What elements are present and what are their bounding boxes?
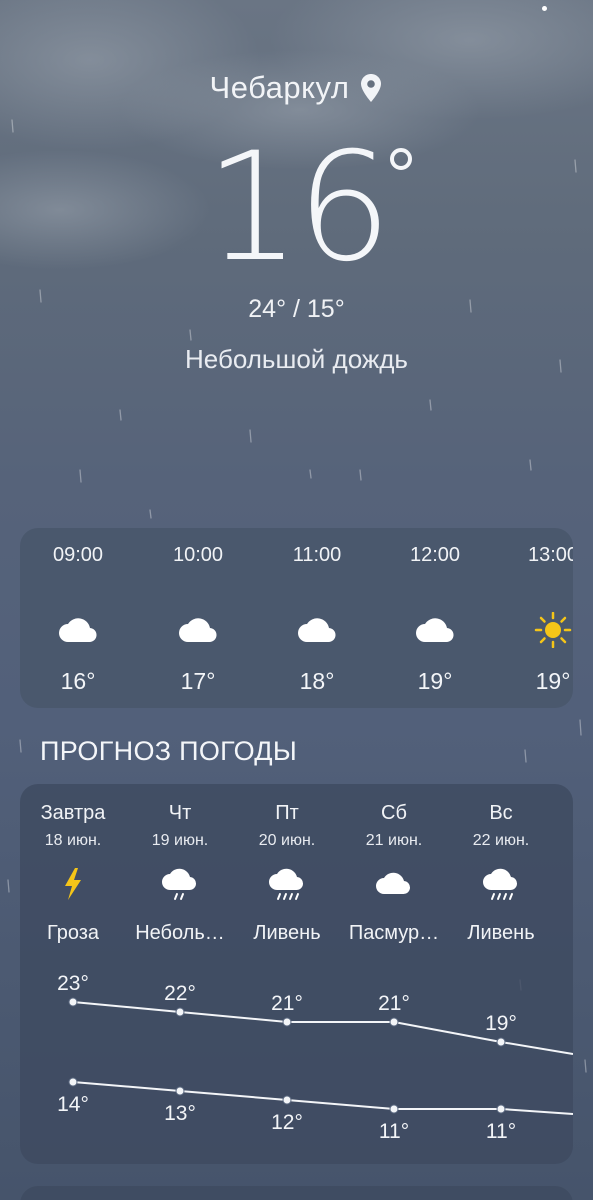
high-temp-label: 22°: [164, 982, 196, 1005]
status-indicator: [542, 6, 547, 11]
hour-temp: 16°: [60, 668, 96, 694]
current-temperature: 16: [0, 128, 593, 288]
high-temp-label: 19°: [485, 1012, 517, 1035]
low-temp-point: [389, 1104, 399, 1114]
low-temp-label: 13°: [164, 1102, 196, 1125]
weather-condition: Небольшой дождь: [185, 344, 408, 374]
hour-time: 11:00: [292, 544, 342, 566]
high-temp-label: 21°: [378, 992, 410, 1015]
hour-time: 12:00: [409, 544, 461, 566]
high-temp-point: [282, 1017, 292, 1027]
low-temp-point: [282, 1095, 292, 1105]
hour-time: 10:00: [172, 544, 224, 566]
hour-temp: 19°: [417, 668, 453, 694]
forecast-title: ПРОГНОЗ ПОГОДЫ: [40, 736, 298, 766]
location-pin-icon: [361, 74, 382, 102]
low-temp-label: 12°: [271, 1111, 303, 1134]
low-temp-label: 11°: [379, 1120, 409, 1143]
city-name: Чебаркул: [209, 70, 350, 105]
high-temp-label: 21°: [271, 992, 303, 1015]
temperature-trend-chart: 23° 22° 21° 21° 19° 14° 13° 12° 11° 11°: [57, 972, 573, 1143]
location-header[interactable]: Чебаркул: [0, 70, 593, 106]
degree-symbol: [390, 148, 412, 170]
sun-icon: [534, 612, 572, 648]
hour-time: 09:00: [52, 544, 104, 566]
high-temp-label: 23°: [57, 972, 89, 995]
cloud-icon: [298, 618, 336, 643]
cloud-icon: [179, 618, 217, 643]
low-temp-point: [175, 1086, 185, 1096]
low-temp-label: 14°: [57, 1093, 89, 1116]
cloud-icon: [416, 618, 454, 643]
temperature-value: 16: [205, 121, 392, 295]
next-card: [20, 1186, 573, 1200]
low-temp-point: [496, 1104, 506, 1114]
hour-temp: 19°: [535, 668, 571, 694]
hour-temp: 17°: [180, 668, 216, 694]
high-temp-point: [496, 1037, 506, 1047]
hourly-forecast-card[interactable]: 09:00 16° 10:00 17° 11:00 18° 12:00 19° …: [20, 528, 573, 708]
hour-time: 13:00: [527, 544, 573, 566]
high-temp-point: [68, 997, 78, 1007]
low-temp-point: [68, 1077, 78, 1087]
temperature-range: 24° / 15°: [248, 295, 345, 323]
high-temp-point: [389, 1017, 399, 1027]
daily-forecast-card[interactable]: Завтра 18 июн. Гроза Чт 19 июн. Неболь… …: [20, 784, 573, 1164]
high-temp-point: [175, 1007, 185, 1017]
low-temp-label: 11°: [486, 1120, 516, 1143]
cloud-icon: [59, 618, 97, 643]
hour-temp: 18°: [299, 668, 335, 694]
